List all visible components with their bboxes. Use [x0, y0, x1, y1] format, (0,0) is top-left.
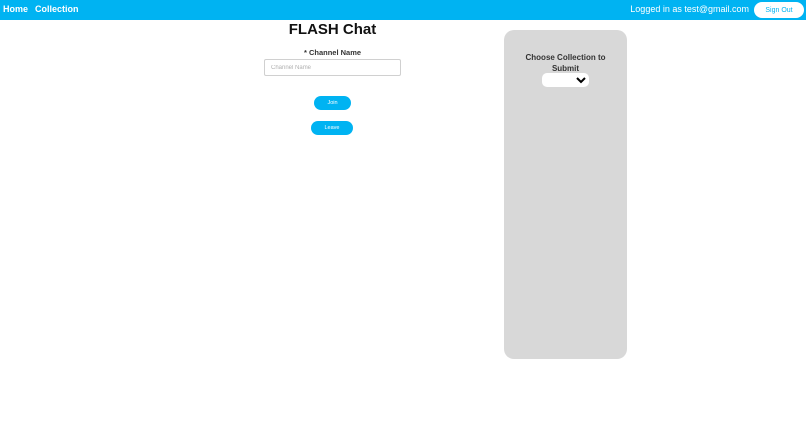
- sign-out-button[interactable]: Sign Out: [754, 2, 804, 18]
- collection-panel-title: Choose Collection to Submit: [525, 53, 606, 73]
- nav-home-link[interactable]: Home: [3, 4, 28, 14]
- collection-panel: Choose Collection to Submit: [504, 30, 627, 359]
- channel-name-label: * Channel Name: [303, 48, 362, 57]
- nav-collection-link[interactable]: Collection: [35, 4, 79, 14]
- logged-in-status: Logged in as test@gmail.com: [630, 4, 749, 14]
- top-navbar: Home Collection Logged in as test@gmail.…: [0, 0, 806, 20]
- leave-button[interactable]: Leave: [311, 121, 353, 135]
- page-title: FLASH Chat: [288, 21, 377, 38]
- channel-name-input[interactable]: [264, 59, 401, 76]
- join-button[interactable]: Join: [314, 96, 351, 110]
- collection-select[interactable]: [542, 73, 589, 87]
